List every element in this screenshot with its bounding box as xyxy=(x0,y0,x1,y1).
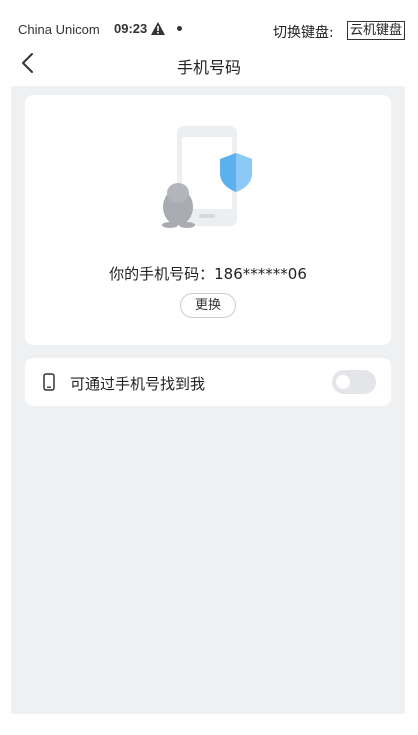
content-area: 你的手机号码：186******06 更换 可通过手机号找到我 xyxy=(11,86,405,714)
phone-number-text: 你的手机号码：186******06 xyxy=(109,265,307,283)
switch-keyboard-label: 切换键盘: xyxy=(273,25,334,41)
status-bar: China Unicom 09:23 切换键盘: 云机键盘 xyxy=(0,0,418,42)
phone-shield-penguin-illustration xyxy=(162,126,252,228)
cloud-keyboard-button[interactable]: 云机键盘 xyxy=(347,21,406,40)
mobile-icon xyxy=(43,373,55,391)
toggle-knob xyxy=(336,375,350,389)
carrier-name: China Unicom xyxy=(18,22,100,37)
change-phone-button[interactable]: 更换 xyxy=(180,293,236,318)
page-title: 手机号码 xyxy=(176,58,241,77)
find-me-toggle[interactable] xyxy=(332,370,376,394)
nav-bar: 手机号码 xyxy=(0,44,418,84)
warning-icon xyxy=(151,22,165,35)
status-time: 09:23 xyxy=(114,21,148,36)
find-me-by-phone-row[interactable]: 可通过手机号找到我 xyxy=(25,358,391,406)
dot-icon xyxy=(177,26,182,31)
find-me-label: 可通过手机号找到我 xyxy=(70,375,206,393)
phone-number-card: 你的手机号码：186******06 更换 xyxy=(25,95,391,345)
